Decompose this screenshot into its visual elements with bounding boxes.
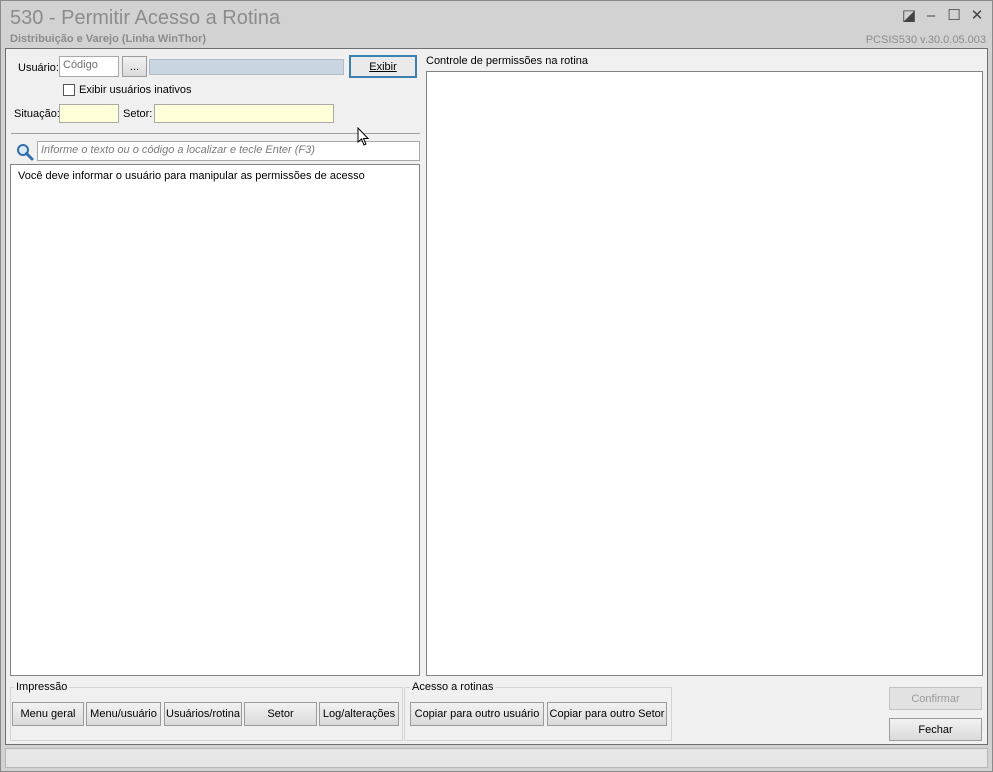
version-label: PCSIS530 v.30.0.05.003 [865, 34, 986, 46]
exibir-inativos-checkbox[interactable] [63, 84, 75, 96]
copiar-outro-setor-button[interactable]: Copiar para outro Setor [547, 702, 667, 726]
situacao-label: Situação: [14, 108, 60, 120]
copiar-outro-usuario-button[interactable]: Copiar para outro usuário [410, 702, 544, 726]
confirmar-button[interactable]: Confirmar [889, 687, 982, 710]
permissoes-panel-title: Controle de permissões na rotina [426, 55, 589, 67]
window-title: 530 - Permitir Acesso a Rotina [10, 7, 281, 29]
maximize-icon[interactable]: ☐ [945, 7, 963, 25]
usuario-label: Usuário: [18, 62, 59, 74]
exibir-inativos-label: Exibir usuários inativos [79, 84, 192, 96]
usuario-lookup-button[interactable]: ... [122, 56, 147, 77]
usuario-codigo-input[interactable]: Código [59, 56, 119, 77]
window-subtitle: Distribuição e Varejo (Linha WinThor) [10, 33, 207, 45]
close-icon[interactable]: ✕ [968, 7, 986, 25]
log-alteracoes-button[interactable]: Log/alterações [319, 702, 399, 726]
empty-state-message: Você deve informar o usuário para manipu… [18, 170, 365, 182]
setor-label: Setor: [123, 108, 153, 120]
usuario-nome-field [149, 59, 344, 75]
menu-usuario-button[interactable]: Menu/usuário [86, 702, 161, 726]
status-bar [5, 748, 988, 768]
exibir-button-label: Exibir [369, 60, 397, 73]
situacao-input[interactable] [59, 104, 119, 123]
main-client-area: Usuário: Código ... Exibir Exibir usuári… [5, 48, 988, 745]
minimize-icon[interactable]: – [922, 7, 940, 25]
menu-geral-button[interactable]: Menu geral [12, 702, 84, 726]
exibir-button[interactable]: Exibir [349, 55, 417, 78]
usuarios-rotina-button[interactable]: Usuários/rotina [164, 702, 242, 726]
magnifier-icon[interactable] [16, 143, 34, 161]
mouse-cursor-icon [357, 126, 371, 147]
fechar-button[interactable]: Fechar [889, 718, 982, 741]
setor-input[interactable] [154, 104, 334, 123]
acesso-rotinas-legend: Acesso a rotinas [410, 681, 496, 693]
title-bar[interactable]: 530 - Permitir Acesso a Rotina Distribui… [1, 1, 992, 47]
usuarios-tree-panel[interactable]: Você deve informar o usuário para manipu… [10, 164, 420, 676]
permissoes-panel[interactable] [426, 71, 983, 676]
setor-button[interactable]: Setor [244, 702, 317, 726]
impressao-legend: Impressão [14, 681, 70, 693]
restore-icon[interactable]: ◪ [900, 7, 918, 25]
